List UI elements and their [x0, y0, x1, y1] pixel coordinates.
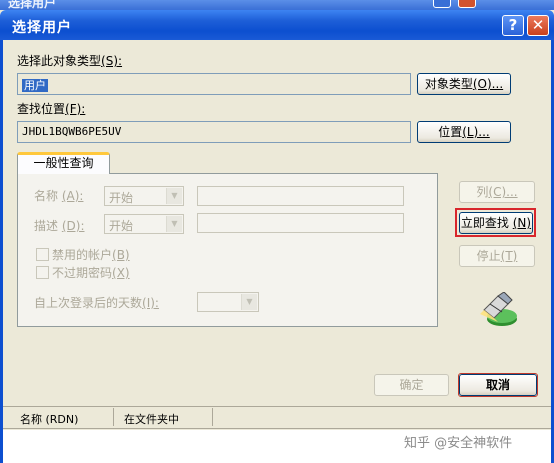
object-types-button[interactable]: 对象类型(O)... — [417, 73, 511, 95]
name-label: 名称 (A): — [34, 189, 84, 203]
window-frame-left — [0, 40, 3, 463]
object-type-label: 选择此对象类型(S): — [17, 54, 123, 68]
days-since-login-label: 自上次登录后的天数(I): — [34, 296, 159, 310]
non-expiring-password-checkbox[interactable] — [36, 266, 49, 279]
ok-button[interactable]: 确定 — [374, 374, 449, 396]
name-input[interactable] — [197, 186, 404, 206]
close-button[interactable]: ✕ — [527, 15, 549, 36]
non-expiring-password-label: 不过期密码(X) — [52, 266, 130, 280]
object-type-value: 用户 — [22, 79, 48, 92]
disabled-accounts-label: 禁用的帐户(B) — [52, 248, 130, 262]
location-value: JHDL1BQWB6PE5UV — [22, 125, 122, 138]
tab-common-queries[interactable]: 一般性查询 — [17, 152, 110, 174]
stop-button[interactable]: 停止(T) — [459, 245, 535, 267]
description-label: 描述 (D): — [34, 219, 85, 233]
columns-button[interactable]: 列(C)... — [459, 181, 535, 203]
disabled-accounts-checkbox[interactable] — [36, 248, 49, 261]
column-header-folder[interactable]: 在文件夹中 — [124, 411, 179, 427]
locations-button[interactable]: 位置(L)... — [417, 121, 511, 143]
background-close-button[interactable] — [458, 0, 476, 8]
location-label: 查找位置(F): — [17, 102, 86, 116]
watermark-text: 知乎 @安全神软件 — [404, 436, 513, 451]
object-type-field[interactable]: 用户 — [17, 73, 411, 95]
chevron-down-icon: ▼ — [166, 216, 182, 232]
cancel-focus-ring — [458, 373, 538, 397]
help-button[interactable]: ? — [502, 15, 524, 36]
chevron-down-icon: ▼ — [241, 294, 257, 310]
column-divider[interactable] — [212, 408, 213, 426]
results-header — [3, 406, 551, 429]
window-title: 选择用户 — [12, 20, 72, 36]
column-divider[interactable] — [113, 408, 114, 426]
name-match-select[interactable]: 开始 ▼ — [104, 186, 184, 206]
background-maximize-button[interactable] — [433, 0, 451, 8]
chevron-down-icon: ▼ — [166, 188, 182, 204]
description-match-select[interactable]: 开始 ▼ — [104, 214, 184, 234]
location-field[interactable]: JHDL1BQWB6PE5UV — [17, 121, 411, 143]
days-since-login-select[interactable]: ▼ — [197, 292, 259, 312]
title-bar — [0, 10, 554, 40]
column-header-name[interactable]: 名称 (RDN) — [20, 411, 78, 427]
find-now-highlight — [455, 208, 536, 237]
search-flashlight-icon — [480, 292, 517, 326]
description-input[interactable] — [197, 213, 404, 233]
